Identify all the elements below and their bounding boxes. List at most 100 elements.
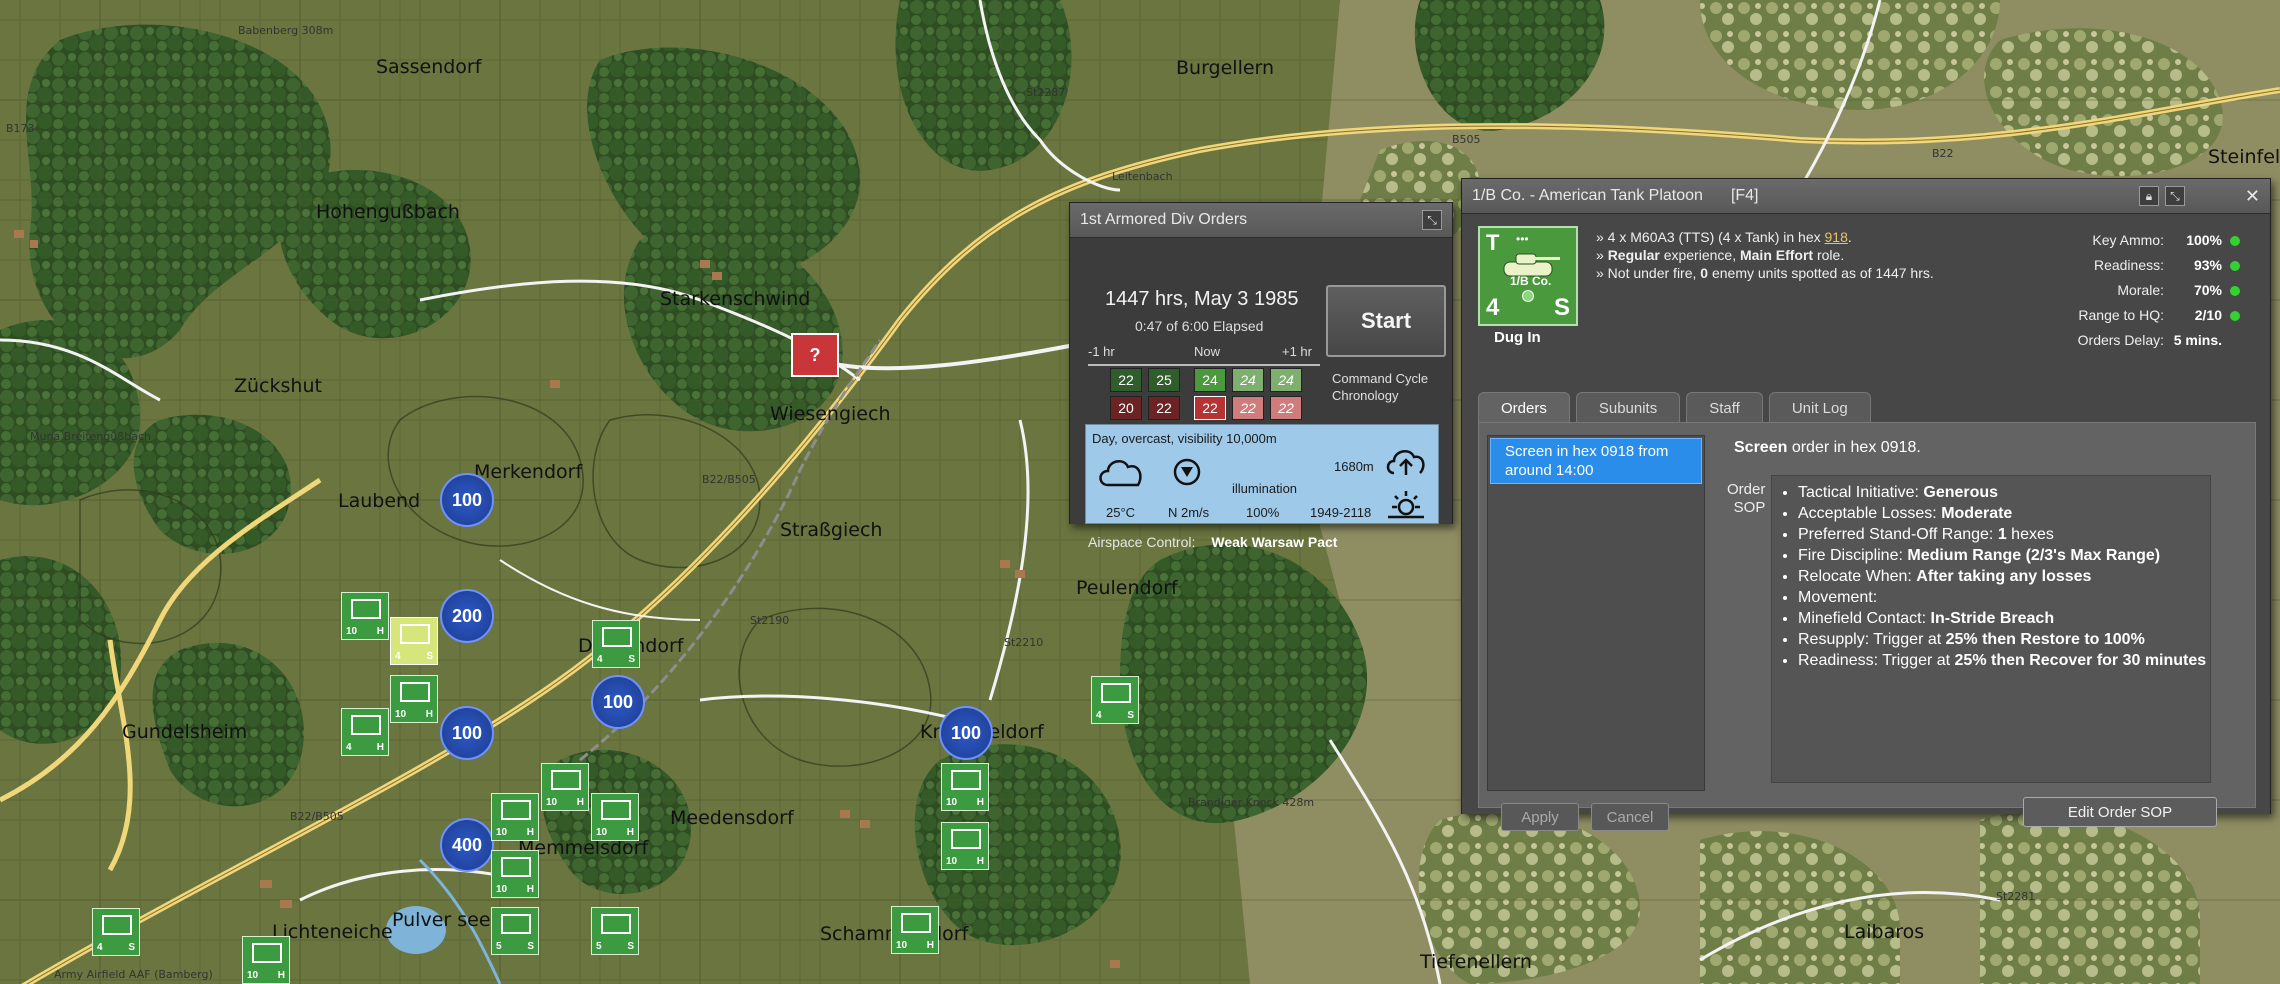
hq-marker[interactable]: 200 [440, 589, 494, 643]
unit-role: Main Effort [1739, 247, 1814, 263]
tab-unit-log[interactable]: Unit Log [1768, 392, 1871, 423]
chrono-cell: 24 [1232, 368, 1264, 392]
stat-value: 2/10 [2194, 307, 2222, 323]
chrono-cell: 24 [1270, 368, 1302, 392]
expand-icon[interactable]: ⤡ [2164, 186, 2185, 206]
info-text: role. [1813, 247, 1845, 263]
stat-label: Range to HQ: [2078, 307, 2164, 323]
road-label: St2281 [1996, 890, 2035, 903]
orders-panel: 1st Armored Div Orders ⤡ 1447 hrs, May 3… [1069, 202, 1453, 550]
town-label: Laubend [338, 490, 420, 512]
hq-marker[interactable]: 100 [591, 675, 645, 729]
order-sop-box: Tactical Initiative: Generous Acceptable… [1771, 475, 2211, 783]
unit-counter[interactable]: 5S [491, 907, 539, 955]
cloud-base: 1680m [1334, 459, 1374, 474]
hq-marker[interactable]: 400 [440, 818, 494, 872]
tab-staff[interactable]: Staff [1686, 392, 1763, 423]
town-label: Steinfeld [2208, 146, 2280, 168]
info-text: » Not under fire, [1596, 265, 1701, 281]
info-text: . [1847, 229, 1852, 245]
status-dot-icon [2230, 235, 2240, 246]
road-label: St2287 [1026, 86, 1065, 99]
weather-box: Day, overcast, visibility 10,000m 25°C N… [1085, 424, 1439, 524]
illumination-label: illumination [1232, 481, 1298, 496]
order-list[interactable]: Screen in hex 0918 from around 14:00 [1487, 435, 1705, 791]
airspace-control: Airspace Control: Weak Warsaw Pact [1088, 534, 1337, 550]
unit-counter[interactable]: 5S [591, 907, 639, 955]
chronology-label-line: Command Cycle [1332, 371, 1429, 386]
hq-marker[interactable]: 100 [440, 706, 494, 760]
unit-counter[interactable]: 4S [1091, 676, 1139, 724]
road-label: B173 [6, 122, 35, 135]
stat-row: Orders Delay: 5 mins. [2078, 328, 2240, 353]
stat-row: Readiness: 93% [2078, 253, 2240, 278]
lock-icon[interactable]: 🔒︎ [2138, 186, 2159, 206]
chrono-cell: 24 [1194, 368, 1226, 392]
unit-titlebar[interactable]: 1/B Co. - American Tank Platoon [F4] 🔒︎ … [1462, 179, 2270, 214]
sop-item: Acceptable Losses: Moderate [1798, 503, 2210, 524]
sop-item: Relocate When: After taking any losses [1798, 566, 2210, 587]
map-label: Babenberg 308m [238, 24, 333, 37]
hq-marker[interactable]: 100 [440, 473, 494, 527]
apply-button[interactable]: Apply [1501, 803, 1579, 831]
road-label: St2190 [750, 614, 789, 627]
unit-counter[interactable]: 10 H [242, 936, 290, 984]
counter-strength: 4 [1486, 294, 1500, 321]
unit-counter[interactable]: 10 H [541, 763, 589, 811]
chrono-cell: 22 [1194, 396, 1226, 420]
stat-row: Key Ammo: 100% [2078, 228, 2240, 253]
sop-item: Minefield Contact: In-Stride Breach [1798, 608, 2210, 629]
unit-hotkey: [F4] [1730, 187, 1759, 204]
map-label: Leitenbach [1112, 170, 1173, 183]
unit-counter[interactable]: 4S [592, 620, 640, 668]
experience-level: Regular [1607, 247, 1660, 263]
hq-marker[interactable]: 100 [939, 706, 993, 760]
order-summary: Screen order in hex 0918. [1734, 439, 1921, 457]
enemy-count: 0 [1700, 265, 1709, 281]
town-label: Gundelsheim [122, 721, 247, 743]
unit-title: 1/B Co. - American Tank Platoon [1472, 187, 1703, 204]
chronology-label-line: Chronology [1332, 388, 1399, 403]
expand-icon[interactable]: ⤡ [1422, 210, 1442, 230]
stat-value: 5 mins. [2173, 332, 2222, 348]
unit-counter[interactable]: 10 H [591, 793, 639, 841]
unit-counter[interactable]: 10 H [341, 592, 389, 640]
unit-counter[interactable]: 10 H [891, 906, 939, 954]
town-label: Starkenschwind [660, 288, 810, 310]
stat-value: 93% [2193, 257, 2222, 273]
unit-stats: Key Ammo: 100% Readiness: 93% Morale: 70% R… [2078, 228, 2240, 353]
unit-counter[interactable]: 10 H [390, 675, 438, 723]
unit-counter[interactable]: 10 H [491, 850, 539, 898]
selected-unit-counter[interactable]: 4S [390, 617, 438, 665]
counter-name: 1/B Co. [1510, 274, 1552, 288]
objective-marker[interactable]: ? [791, 333, 839, 377]
tab-orders[interactable]: Orders [1478, 392, 1570, 423]
tab-subunits[interactable]: Subunits [1575, 392, 1681, 423]
unit-counter[interactable]: 4S [92, 908, 140, 956]
elapsed-time: 0:47 of 6:00 Elapsed [1135, 318, 1264, 334]
stat-row: Range to HQ: 2/10 [2078, 303, 2240, 328]
unit-status: Dug In [1494, 329, 1541, 346]
order-item[interactable]: Screen in hex 0918 from around 14:00 [1490, 438, 1702, 484]
stat-value: 70% [2193, 282, 2222, 298]
cancel-button[interactable]: Cancel [1591, 803, 1669, 831]
edit-order-sop-button[interactable]: Edit Order SOP [2023, 797, 2217, 827]
stat-label: Orders Delay: [2077, 332, 2164, 348]
unit-panel: 1/B Co. - American Tank Platoon [F4] 🔒︎ … [1461, 178, 2271, 831]
sop-item: Readiness: Trigger at 25% then Recover f… [1798, 650, 2210, 671]
map-label: Brandiger Knock 428m [1188, 796, 1314, 809]
unit-counter[interactable]: 4H [341, 708, 389, 756]
orders-titlebar[interactable]: 1st Armored Div Orders ⤡ [1070, 203, 1452, 238]
close-icon[interactable]: ✕ [2245, 186, 2260, 207]
unit-counter[interactable]: 10 H [941, 822, 989, 870]
command-cycle-chronology[interactable]: 22 25 24 24 24 20 22 22 22 22 [1088, 364, 1320, 422]
hex-link[interactable]: 918 [1825, 229, 1848, 245]
stat-label: Key Ammo: [2092, 232, 2164, 248]
road-label: St2210 [1004, 636, 1043, 649]
unit-counter[interactable]: 10 H [491, 793, 539, 841]
town-label: Peulendorf [1076, 577, 1179, 599]
start-button[interactable]: Start [1326, 285, 1446, 357]
chronology-label: Command Cycle Chronology [1332, 370, 1428, 404]
unit-counter[interactable]: 10 H [941, 763, 989, 811]
airspace-label: Airspace Control: [1088, 534, 1196, 550]
